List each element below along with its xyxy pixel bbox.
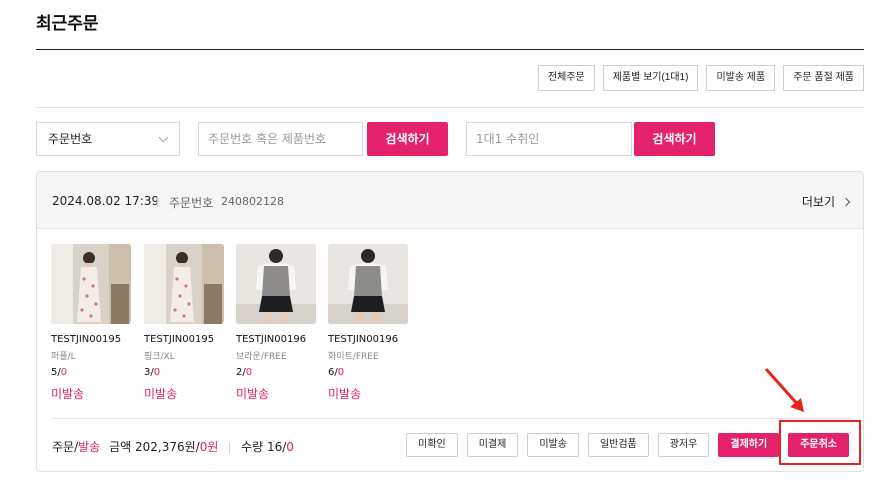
product-quantity: 6/0 [328, 367, 345, 378]
product-quantity: 3/0 [144, 367, 161, 378]
tab-all-orders[interactable]: 전체주문 [537, 65, 595, 91]
unshipped-button[interactable]: 미발송 [527, 433, 579, 457]
chevron-down-icon [158, 132, 169, 143]
order-label: 주문 [52, 440, 75, 454]
order-search-button[interactable]: 검색하기 [367, 122, 448, 156]
product-thumbnail[interactable] [144, 244, 224, 324]
recipient-search-input[interactable]: 1대1 수취인 [466, 122, 632, 156]
product-code: TESTJIN00196 [236, 334, 307, 345]
footer-divider [51, 418, 851, 419]
order-number: 240802128 [221, 195, 284, 208]
product-code: TESTJIN00196 [328, 334, 399, 345]
product-status: 미발송 [328, 387, 362, 401]
amount-label: 금액 [109, 440, 132, 454]
tab-unshipped[interactable]: 미발송 제품 [706, 65, 776, 91]
product-code: TESTJIN00195 [51, 334, 122, 345]
product-item[interactable]: TESTJIN00195 핑크/XL 3/0 미발송 [144, 244, 226, 402]
unpaid-button[interactable]: 미결제 [466, 433, 519, 457]
product-thumbnail[interactable] [51, 244, 131, 324]
product-quantity: 5/0 [51, 367, 68, 378]
more-link[interactable]: 더보기 [801, 193, 851, 210]
product-code: TESTJIN00195 [144, 334, 215, 345]
qty-label: 수량 [241, 440, 264, 454]
product-thumbnail[interactable] [236, 244, 316, 324]
order-search-input[interactable]: 주문번호 혹은 제품번호 [198, 122, 363, 156]
product-status: 미발송 [236, 387, 270, 401]
product-option: 핑크/XL [144, 352, 175, 362]
order-summary: 주문/발송 금액 202,376원/0원 수량 16/0 [52, 440, 294, 454]
amount-shipped: 0원 [199, 440, 219, 454]
product-thumbnail[interactable] [328, 244, 408, 324]
page-title: 최근주문 [36, 14, 99, 34]
product-option: 브라운/FREE [236, 352, 287, 362]
unconfirmed-button[interactable]: 미확인 [406, 433, 458, 457]
general-inspection-button[interactable]: 일반검품 [587, 433, 649, 457]
product-item[interactable]: TESTJIN00196 화이트/FREE 6/0 미발송 [328, 244, 410, 402]
product-item[interactable]: TESTJIN00196 브라운/FREE 2/0 미발송 [236, 244, 318, 402]
summary-separator [229, 442, 231, 453]
tab-sold-out[interactable]: 주문 품절 제품 [783, 65, 864, 91]
recipient-search-button[interactable]: 검색하기 [634, 122, 715, 156]
order-number-label: 주문번호 [169, 196, 214, 210]
qty-value: 16 [266, 440, 283, 454]
product-option: 퍼플/L [51, 352, 76, 362]
order-header: 2024.08.02 17:39 주문번호 240802128 더보기 [37, 172, 863, 229]
order-date: 2024.08.02 17:39 [52, 194, 160, 208]
annotation-arrow-icon [764, 367, 804, 412]
pay-button[interactable]: 결제하기 [718, 433, 780, 457]
order-card: 2024.08.02 17:39 주문번호 240802128 더보기 TEST… [36, 171, 864, 472]
annotation-highlight-box [779, 420, 861, 465]
product-quantity: 2/0 [236, 367, 253, 378]
product-status: 미발송 [51, 387, 85, 401]
ship-label: 발송 [78, 440, 101, 454]
more-label: 더보기 [801, 195, 835, 209]
product-status: 미발송 [144, 387, 178, 401]
tab-by-product[interactable]: 제품별 보기(1대1) [602, 65, 699, 91]
filter-tabs: 전체주문 제품별 보기(1대1) 미발송 제품 주문 품절 제품 [537, 65, 864, 91]
amount-value: 202,376원 [134, 440, 196, 454]
chevron-right-icon [841, 197, 851, 206]
title-divider [36, 49, 864, 50]
guangzhou-button[interactable]: 광저우 [657, 433, 710, 457]
tabs-divider [36, 107, 864, 108]
header-separator [157, 197, 158, 207]
product-option: 화이트/FREE [328, 352, 379, 362]
qty-shipped: 0 [286, 440, 294, 454]
product-item[interactable]: TESTJIN00195 퍼플/L 5/0 미발송 [51, 244, 133, 402]
search-type-select[interactable]: 주문번호 [36, 122, 180, 156]
search-type-value: 주문번호 [48, 132, 93, 146]
